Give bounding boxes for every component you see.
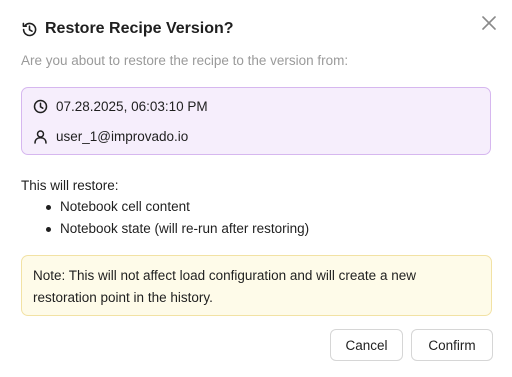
close-button[interactable]: [480, 15, 498, 35]
version-info-box: 07.28.2025, 06:03:10 PM user_1@improvado…: [21, 87, 491, 155]
restore-dialog: Restore Recipe Version? Are you about to…: [0, 0, 512, 377]
version-user: user_1@improvado.io: [56, 129, 189, 144]
restore-list-item: Notebook cell content: [21, 197, 309, 219]
history-icon: [21, 21, 38, 38]
cancel-button[interactable]: Cancel: [330, 329, 403, 361]
close-icon: [482, 15, 496, 35]
clock-icon: [33, 99, 48, 114]
restore-list-item: Notebook state (will re-run after restor…: [21, 219, 309, 241]
note-box: Note: This will not affect load configur…: [21, 255, 492, 316]
dialog-title: Restore Recipe Version?: [45, 20, 234, 37]
note-text: Note: This will not affect load configur…: [33, 268, 416, 305]
restore-heading: This will restore:: [21, 178, 119, 193]
restore-list: Notebook cell content Notebook state (wi…: [21, 197, 309, 241]
dialog-header: Restore Recipe Version?: [21, 20, 234, 38]
version-timestamp: 07.28.2025, 06:03:10 PM: [56, 99, 208, 114]
user-icon: [33, 129, 48, 144]
version-user-row: user_1@improvado.io: [33, 129, 188, 144]
dialog-subtitle: Are you about to restore the recipe to t…: [21, 53, 349, 68]
confirm-button[interactable]: Confirm: [411, 329, 493, 361]
version-timestamp-row: 07.28.2025, 06:03:10 PM: [33, 99, 208, 114]
